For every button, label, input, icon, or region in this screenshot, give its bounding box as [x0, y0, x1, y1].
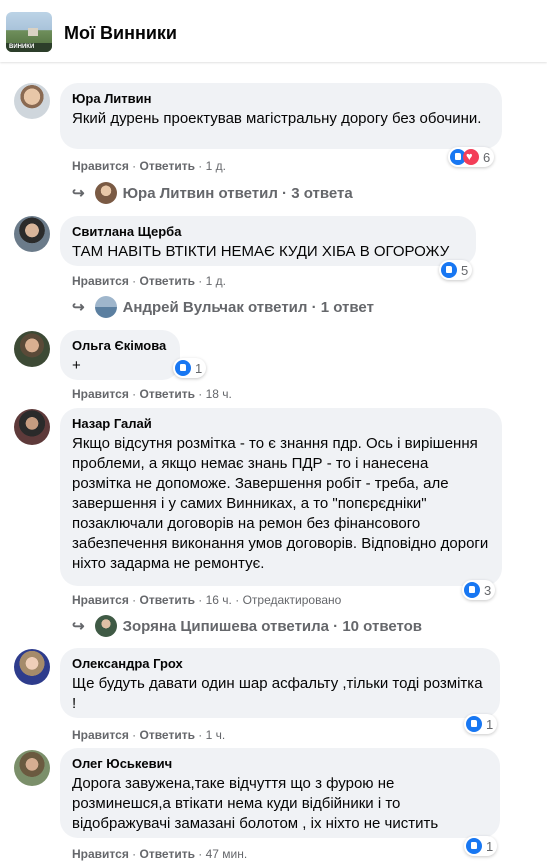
comment-text: +: [72, 357, 81, 374]
comment-actions: Нравится · Ответить · 18 ч.: [72, 387, 232, 401]
comment-actions: Нравится · Ответить · 1 д.: [72, 274, 226, 288]
reply-arrow-icon: ↪: [72, 185, 85, 202]
edited-label: Отредактировано: [242, 593, 342, 607]
reply-arrow-icon: ↪: [72, 618, 85, 635]
view-replies[interactable]: ↪ Юра Литвин ответил · 3 ответа: [72, 182, 353, 204]
reaction-count: 1: [195, 360, 203, 376]
comment-author[interactable]: Юра Литвин: [72, 91, 490, 107]
view-replies[interactable]: ↪ Андрей Вульчак ответил · 1 ответ: [72, 296, 374, 318]
comment-author[interactable]: Свитлана Щерба: [72, 224, 464, 240]
like-reaction-icon: [466, 838, 482, 854]
reaction-summary[interactable]: 1: [464, 836, 498, 856]
reaction-summary[interactable]: 6: [448, 147, 495, 167]
comment-author[interactable]: Ольга Єкімова: [72, 338, 168, 354]
group-title[interactable]: Мої Винники: [64, 23, 177, 44]
comment-text: Якщо відсутня розмітка - то є знання пдр…: [72, 435, 489, 572]
comment-actions: Нравится · Ответить · 1 д.: [72, 159, 226, 173]
comment-text: Дорога завужена,таке відчуття що з фурою…: [72, 775, 439, 832]
comment-author[interactable]: Олександра Грох: [72, 656, 488, 672]
reply-avatar: [94, 615, 117, 637]
like-button[interactable]: Нравится: [72, 728, 129, 742]
like-reaction-icon: [175, 360, 191, 376]
comment-text: Який дурень проектував магістральну доро…: [72, 110, 482, 127]
comment-text: Ще будуть давати один шар асфальту ,тіль…: [72, 675, 483, 712]
comment-author[interactable]: Назар Галай: [72, 416, 490, 432]
reaction-count: 1: [486, 716, 494, 732]
group-cover-thumbnail[interactable]: ВИНИКИ: [6, 12, 52, 52]
reply-avatar: [94, 182, 117, 204]
comment-actions: Нравится · Ответить · 16 ч. · Отредактир…: [72, 593, 342, 607]
comment-actions: Нравится · Ответить · 1 ч.: [72, 728, 226, 742]
like-button[interactable]: Нравится: [72, 847, 129, 861]
avatar[interactable]: [14, 750, 50, 786]
comment-author[interactable]: Олег Юськевич: [72, 756, 488, 772]
view-replies[interactable]: ↪ Зоряна Ципишева ответила · 10 ответов: [72, 615, 422, 637]
reply-avatar: [94, 296, 117, 318]
reaction-summary[interactable]: 1: [173, 358, 207, 378]
like-button[interactable]: Нравится: [72, 387, 129, 401]
reply-button[interactable]: Ответить: [140, 593, 195, 607]
comment-timestamp[interactable]: 1 д.: [206, 159, 226, 173]
comment-timestamp[interactable]: 16 ч.: [206, 593, 232, 607]
reply-button[interactable]: Ответить: [140, 387, 195, 401]
avatar[interactable]: [14, 331, 50, 367]
reaction-count: 3: [484, 582, 492, 598]
thumb-label: ВИНИКИ: [9, 44, 35, 50]
avatar[interactable]: [14, 216, 50, 252]
reply-arrow-icon: ↪: [72, 299, 85, 316]
group-header: ВИНИКИ Мої Винники: [0, 0, 547, 62]
comment-actions: Нравится · Ответить · 47 мин.: [72, 847, 248, 861]
like-reaction-icon: [464, 582, 480, 598]
comment-timestamp[interactable]: 47 мин.: [206, 847, 248, 861]
reply-button[interactable]: Ответить: [140, 847, 195, 861]
reaction-summary[interactable]: 1: [464, 714, 498, 734]
reaction-count: 1: [486, 838, 494, 854]
comment-bubble: Олександра Грох Ще будуть давати один ша…: [60, 648, 500, 718]
like-reaction-icon: [441, 262, 457, 278]
replies-link-text[interactable]: Андрей Вульчак ответил · 1 ответ: [123, 299, 374, 316]
comment-bubble: Ольга Єкімова +: [60, 330, 180, 380]
like-button[interactable]: Нравится: [72, 593, 129, 607]
reply-button[interactable]: Ответить: [140, 159, 195, 173]
comment-bubble: Назар Галай Якщо відсутня розмітка - то …: [60, 408, 502, 586]
comment-timestamp[interactable]: 18 ч.: [206, 387, 232, 401]
replies-link-text[interactable]: Зоряна Ципишева ответила · 10 ответов: [123, 618, 422, 635]
reaction-summary[interactable]: 3: [462, 580, 496, 600]
reply-button[interactable]: Ответить: [140, 728, 195, 742]
like-button[interactable]: Нравится: [72, 274, 129, 288]
comment-bubble: Свитлана Щерба ТАМ НАВІТЬ ВТІКТИ НЕМАЄ К…: [60, 216, 476, 266]
reaction-count: 5: [461, 262, 469, 278]
comment-bubble: Юра Литвин Який дурень проектував магіст…: [60, 83, 502, 149]
comment-timestamp[interactable]: 1 ч.: [206, 728, 226, 742]
like-reaction-icon: [466, 716, 482, 732]
reaction-summary[interactable]: 5: [439, 260, 473, 280]
reaction-count: 6: [483, 149, 491, 165]
comment-bubble: Олег Юськевич Дорога завужена,таке відчу…: [60, 748, 500, 838]
love-reaction-icon: [463, 149, 479, 165]
comment-timestamp[interactable]: 1 д.: [206, 274, 226, 288]
replies-link-text[interactable]: Юра Литвин ответил · 3 ответа: [123, 185, 353, 202]
comment-text: ТАМ НАВІТЬ ВТІКТИ НЕМАЄ КУДИ ХІБА В ОГОР…: [72, 243, 450, 260]
avatar[interactable]: [14, 83, 50, 119]
avatar[interactable]: [14, 649, 50, 685]
avatar[interactable]: [14, 409, 50, 445]
reply-button[interactable]: Ответить: [140, 274, 195, 288]
like-button[interactable]: Нравится: [72, 159, 129, 173]
